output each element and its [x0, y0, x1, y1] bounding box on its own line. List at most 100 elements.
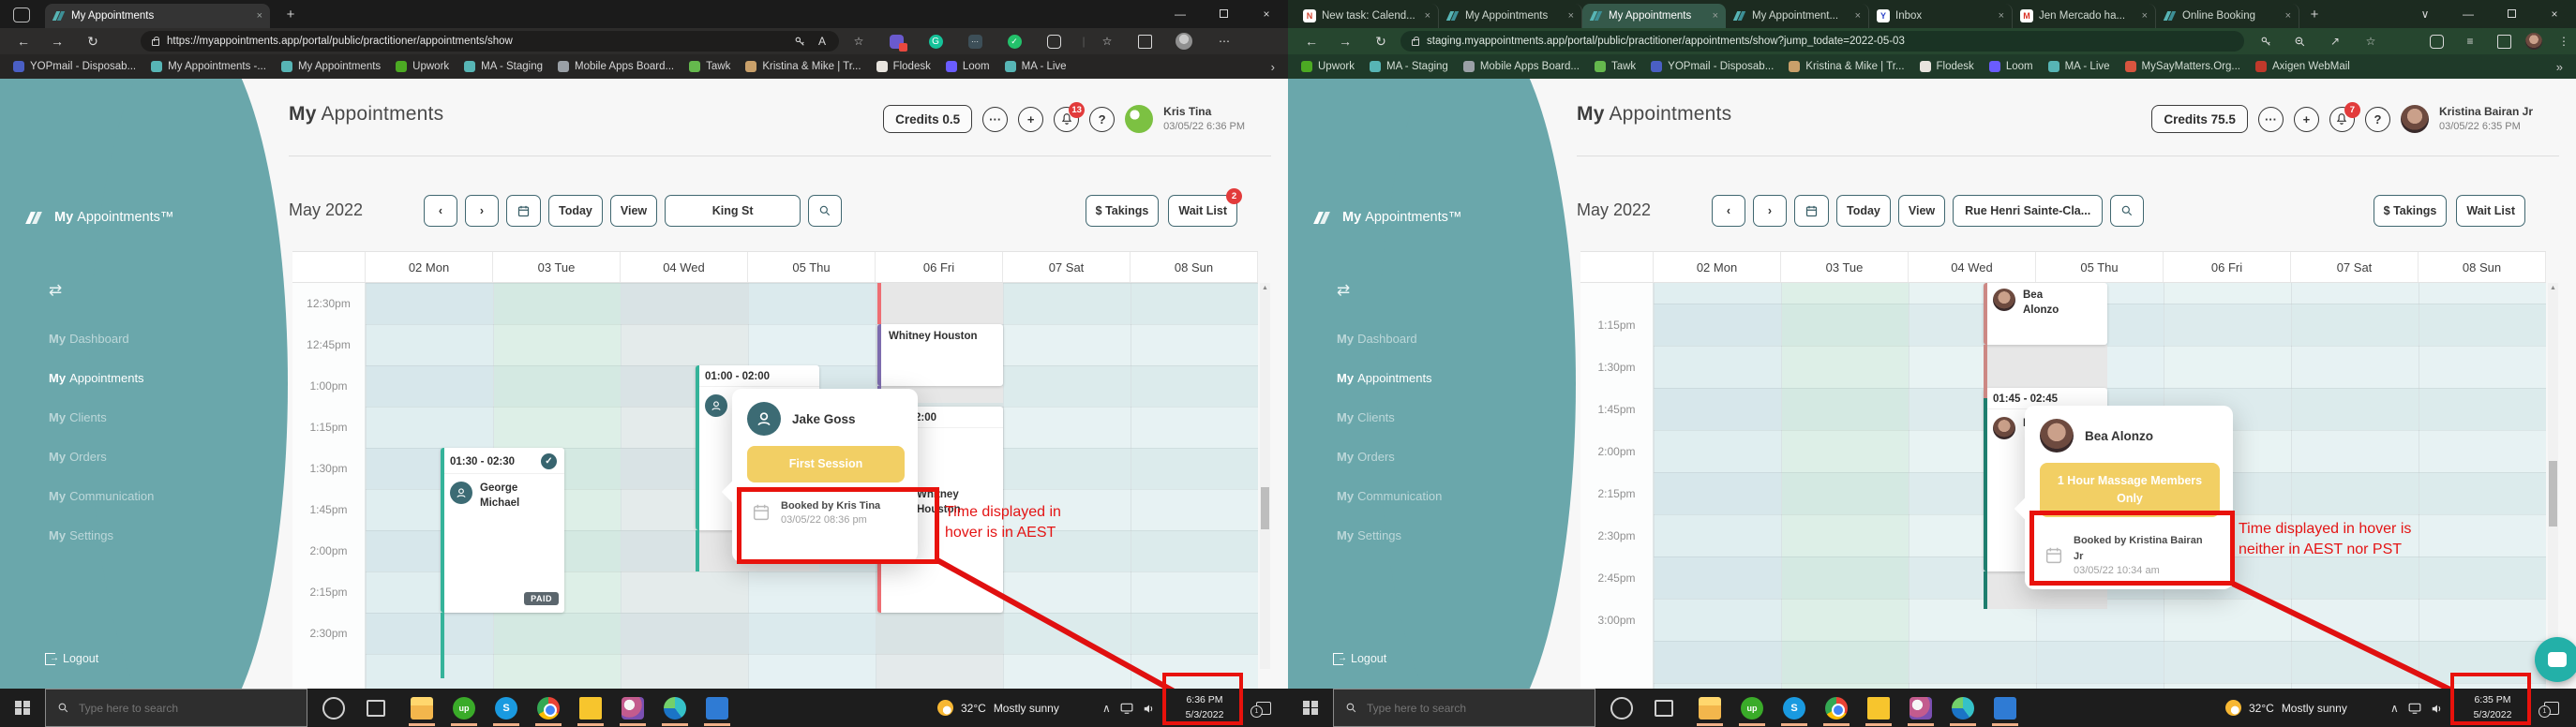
- bookmark[interactable]: Upwork: [396, 61, 449, 72]
- action-center-icon[interactable]: [2535, 689, 2569, 727]
- chrome-icon[interactable]: [1818, 689, 1855, 727]
- extension-password-icon[interactable]: ···: [965, 32, 985, 51]
- start-button[interactable]: [1288, 689, 1333, 727]
- add-favorite-icon[interactable]: ☆: [848, 32, 869, 51]
- sticky-notes-icon[interactable]: [1860, 689, 1897, 727]
- refresh-icon[interactable]: ↻: [82, 32, 103, 51]
- bookmark[interactable]: MA - Staging: [464, 61, 543, 72]
- sidebar-item[interactable]: MyClients: [1337, 410, 1477, 424]
- url-field[interactable]: staging.myappointments.app/portal/public…: [1400, 31, 2244, 52]
- settings-menu-icon[interactable]: ⋯: [1214, 32, 1235, 51]
- bookmark[interactable]: Kristina & Mike | Tr...: [1789, 61, 1904, 72]
- taskbar-search-input[interactable]: [1367, 702, 1573, 715]
- bookmark[interactable]: MA - Live: [1005, 61, 1067, 72]
- bookmark[interactable]: Axigen WebMail: [2255, 61, 2350, 72]
- taskbar-search[interactable]: [1333, 689, 1595, 727]
- network-icon[interactable]: [2408, 703, 2421, 714]
- photos-icon[interactable]: [698, 689, 736, 727]
- bookmark[interactable]: My Appointments: [281, 61, 381, 72]
- profile-avatar[interactable]: [2524, 32, 2544, 51]
- zoom-icon[interactable]: [2289, 32, 2310, 51]
- taskbar-weather[interactable]: 32°C Mostly sunny: [937, 689, 1059, 727]
- bookmark[interactable]: MySayMatters.Org...: [2125, 61, 2240, 72]
- start-button[interactable]: [0, 689, 45, 727]
- sticky-notes-icon[interactable]: [572, 689, 609, 727]
- refresh-icon[interactable]: ↻: [1370, 32, 1391, 51]
- tab-close-icon[interactable]: ×: [2142, 10, 2148, 22]
- bookmarks-overflow-icon[interactable]: ›: [1271, 60, 1275, 74]
- sidebar-item[interactable]: MyOrders: [49, 450, 189, 464]
- edge-icon[interactable]: [1944, 689, 1982, 727]
- photos-icon[interactable]: [1986, 689, 2024, 727]
- extension-check-icon[interactable]: ✓: [1004, 32, 1025, 51]
- logout-button[interactable]: Logout: [45, 652, 98, 665]
- browser-tab[interactable]: My Appointments ×: [45, 4, 270, 28]
- collapse-sidebar-icon[interactable]: ⇄: [49, 281, 62, 300]
- search-button[interactable]: [2110, 195, 2144, 227]
- search-button[interactable]: [808, 195, 842, 227]
- location-field[interactable]: Rue Henri Sainte-Cla...: [1953, 195, 2103, 227]
- bookmark[interactable]: MA - Staging: [1370, 61, 1448, 72]
- back-icon[interactable]: ←: [13, 32, 34, 51]
- extensions-puzzle-icon[interactable]: [1043, 32, 1064, 51]
- waitlist-button[interactable]: Wait List 2: [1168, 195, 1237, 227]
- scrollbar-thumb[interactable]: [1261, 487, 1269, 529]
- side-panel-icon[interactable]: [2494, 32, 2514, 51]
- system-tray[interactable]: ∧: [1102, 689, 1156, 727]
- tab-actions-icon[interactable]: [13, 7, 30, 22]
- maximize-button[interactable]: [2490, 7, 2533, 21]
- upwork-icon[interactable]: up: [1733, 689, 1771, 727]
- add-icon[interactable]: +: [1018, 107, 1043, 132]
- key-icon[interactable]: [2255, 32, 2276, 51]
- close-button[interactable]: ×: [2533, 7, 2576, 21]
- network-icon[interactable]: [1120, 703, 1133, 714]
- bookmark[interactable]: Mobile Apps Board...: [1463, 61, 1580, 72]
- prev-button[interactable]: ‹: [424, 195, 457, 227]
- chat-fab-button[interactable]: [2535, 637, 2576, 682]
- tab-close-icon[interactable]: ×: [257, 10, 262, 22]
- share-icon[interactable]: ↗: [2325, 32, 2345, 51]
- sidebar-item[interactable]: MyClients: [49, 410, 189, 424]
- taskbar-search[interactable]: [45, 689, 307, 727]
- extensions-icon[interactable]: [2426, 32, 2447, 51]
- sidebar-item[interactable]: MyAppointments: [1337, 371, 1477, 385]
- location-field[interactable]: King St: [665, 195, 801, 227]
- browser-tab[interactable]: My Appointments ×: [1439, 4, 1582, 28]
- takings-button[interactable]: $ Takings: [2374, 195, 2448, 227]
- today-button[interactable]: Today: [1836, 195, 1891, 227]
- upwork-icon[interactable]: up: [445, 689, 483, 727]
- tab-close-icon[interactable]: ×: [1425, 10, 1430, 22]
- volume-icon[interactable]: [1143, 703, 1156, 714]
- bookmark-star-icon[interactable]: ☆: [2360, 32, 2381, 51]
- settings-menu-icon[interactable]: ⋮: [2554, 32, 2574, 51]
- user-avatar[interactable]: [2401, 105, 2429, 133]
- today-button[interactable]: Today: [548, 195, 603, 227]
- paint-icon[interactable]: [1902, 689, 1939, 727]
- help-icon[interactable]: ?: [2365, 107, 2390, 132]
- bookmark[interactable]: Loom: [946, 61, 990, 72]
- collapse-sidebar-icon[interactable]: ⇄: [1337, 281, 1350, 300]
- event-whitney-houston-1[interactable]: Whitney Houston: [877, 324, 1003, 386]
- prev-button[interactable]: ‹: [1712, 195, 1745, 227]
- help-icon[interactable]: ?: [1089, 107, 1115, 132]
- waitlist-button[interactable]: Wait List: [2456, 195, 2525, 227]
- taskbar-search-input[interactable]: [79, 702, 285, 715]
- tab-close-icon[interactable]: ×: [1713, 10, 1718, 22]
- messages-icon[interactable]: ···: [2258, 107, 2284, 132]
- sidebar-item[interactable]: MyOrders: [1337, 450, 1477, 464]
- volume-icon[interactable]: [2431, 703, 2444, 714]
- system-tray[interactable]: ∧: [2390, 689, 2444, 727]
- bookmark[interactable]: Loom: [1989, 61, 2033, 72]
- reading-list-icon[interactable]: ≡: [2460, 32, 2480, 51]
- action-center-icon[interactable]: [1247, 689, 1281, 727]
- chrome-icon[interactable]: [530, 689, 567, 727]
- tab-close-icon[interactable]: ×: [1999, 10, 2004, 22]
- tab-close-icon[interactable]: ×: [1855, 10, 1861, 22]
- view-button[interactable]: View: [610, 195, 657, 227]
- bookmark[interactable]: Flodesk: [876, 61, 931, 72]
- bookmark[interactable]: MA - Live: [2048, 61, 2110, 72]
- edge-icon[interactable]: [656, 689, 694, 727]
- file-explorer-icon[interactable]: [1691, 689, 1729, 727]
- logout-button[interactable]: Logout: [1333, 652, 1386, 665]
- favorites-icon[interactable]: ☆: [1097, 32, 1117, 51]
